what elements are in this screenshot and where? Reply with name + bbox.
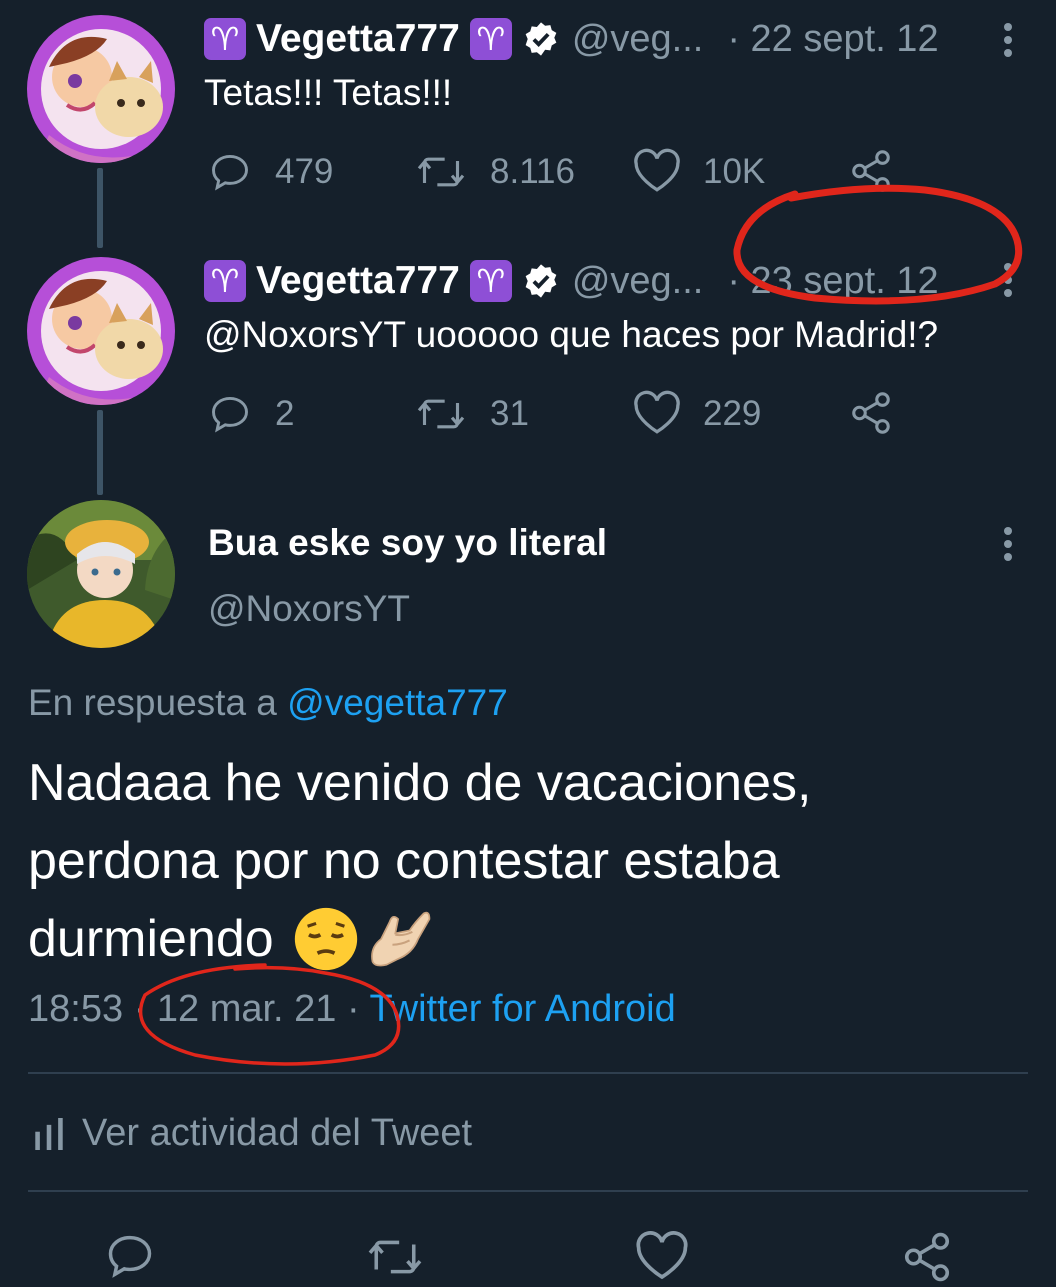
tweet2-more-icon[interactable]	[1001, 258, 1015, 302]
tweet3-time: 18:53	[28, 988, 124, 1030]
tweet2-header: ♈ Vegetta777 ♈ @veg... · 23 sept. 12	[204, 258, 939, 304]
tweet2-retweet-count: 31	[490, 394, 529, 433]
tweet2-handle[interactable]: @veg...	[572, 260, 704, 303]
tweet1-date[interactable]: · 22 sept. 12	[727, 18, 938, 61]
activity-bars-icon	[35, 1117, 63, 1150]
aries-icon: ♈	[469, 260, 512, 302]
retweet-icon[interactable]	[415, 150, 467, 194]
avatar-vegetta[interactable]	[27, 257, 175, 405]
tweet3-date: · 12 mar. 21 ·	[133, 988, 360, 1030]
reply-icon[interactable]	[208, 392, 252, 436]
tweet3-text-line: Nadaaa he venido de vacaciones,	[28, 754, 812, 812]
aries-icon: ♈	[204, 260, 246, 302]
thread-line	[97, 410, 103, 495]
like-icon[interactable]	[634, 1230, 690, 1282]
reply-icon[interactable]	[104, 1230, 156, 1282]
tweet-activity-button[interactable]: Ver actividad del Tweet	[34, 1112, 472, 1155]
thread-line	[97, 168, 103, 248]
tweet3-text-line: durmiendo	[28, 910, 274, 968]
tweet1-more-icon[interactable]	[1001, 18, 1015, 62]
divider	[28, 1190, 1028, 1192]
share-icon[interactable]	[848, 390, 894, 436]
aries-icon: ♈	[469, 18, 512, 60]
tweet3-text: Nadaaa he venido de vacaciones, perdona …	[28, 744, 811, 978]
share-icon[interactable]	[900, 1230, 954, 1284]
tweet3-meta: 18:53 · 12 mar. 21 · Twitter for Android	[28, 988, 676, 1031]
tweet1-reply-count: 479	[275, 152, 334, 191]
divider	[28, 1072, 1028, 1074]
tweet2-like-count: 229	[703, 394, 762, 433]
retweet-icon[interactable]	[415, 392, 467, 436]
aries-icon: ♈	[204, 18, 246, 60]
verified-icon	[525, 22, 557, 56]
tweet3-last-line: durmiendo	[28, 900, 811, 978]
tweet1-retweet-count: 8.116	[490, 152, 575, 191]
reply-to-link[interactable]: @vegetta777	[287, 682, 508, 723]
reply-context-label: En respuesta a	[28, 682, 288, 723]
tweet1-like-count: 10K	[703, 152, 766, 191]
tweet2-reply-count: 2	[275, 394, 295, 433]
retweet-icon[interactable]	[364, 1232, 426, 1282]
tweet3-text-line: perdona por no contestar estaba	[28, 832, 780, 890]
tweet2-author-name[interactable]: Vegetta777	[256, 259, 460, 303]
tweet2-text: @NoxorsYT uooooo que haces por Madrid!?	[204, 314, 939, 355]
tweet1-text: Tetas!!! Tetas!!!	[204, 72, 453, 113]
pensive-face-emoji-icon	[294, 907, 357, 971]
avatar-vegetta[interactable]	[27, 15, 175, 163]
verified-icon	[525, 264, 557, 298]
tweet1-author-name[interactable]: Vegetta777	[256, 17, 460, 61]
like-icon[interactable]	[632, 390, 682, 436]
reply-icon[interactable]	[208, 150, 252, 194]
tweet3-author-name[interactable]: Bua eske soy yo literal	[208, 522, 607, 564]
tweet2-date[interactable]: · 23 sept. 12	[727, 260, 938, 303]
tweet3-handle[interactable]: @NoxorsYT	[208, 588, 410, 630]
tweet3-more-icon[interactable]	[1001, 522, 1015, 566]
like-icon[interactable]	[632, 148, 682, 194]
reply-context: En respuesta a @vegetta777	[28, 682, 508, 724]
share-icon[interactable]	[848, 148, 894, 194]
tweet-activity-label: Ver actividad del Tweet	[82, 1112, 473, 1154]
call-me-hand-emoji-icon	[370, 911, 431, 967]
tweet1-handle[interactable]: @veg...	[572, 18, 704, 61]
avatar-noxors[interactable]	[27, 500, 175, 648]
tweet3-source-link[interactable]: Twitter for Android	[370, 988, 676, 1030]
tweet1-header: ♈ Vegetta777 ♈ @veg... · 22 sept. 12	[204, 16, 939, 62]
